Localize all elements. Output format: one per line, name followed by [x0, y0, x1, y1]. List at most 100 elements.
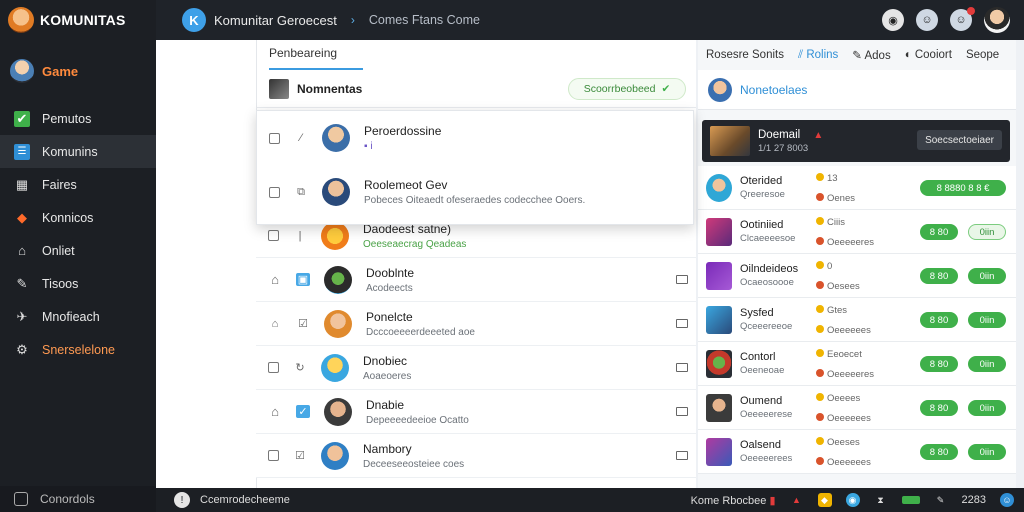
table-row[interactable]: Sysfed Qceeereeoe Gtes Oeeeeees 8 80 0iin	[698, 298, 1016, 342]
checkbox[interactable]	[268, 230, 279, 241]
sidebar-game[interactable]: Game	[0, 40, 156, 102]
list-item[interactable]: ☑ Nambory Deceeseeosteiee coes	[256, 434, 696, 478]
avatar[interactable]	[984, 7, 1010, 33]
tab-rolins[interactable]: ⫽ Rolins	[798, 49, 838, 62]
fire-icon[interactable]: ▲	[790, 493, 804, 507]
table-row[interactable]: Oilndeideos Ocaeosoooe 0 Oesees 8 80 0iin	[698, 254, 1016, 298]
table-row[interactable]: Oalsend Oeeeeerees Oeeses Oeeeeees 8 80 0…	[698, 430, 1016, 474]
card-icon[interactable]	[676, 407, 688, 416]
sidebar-item-label: Tisoos	[42, 276, 79, 291]
table-row[interactable]: Oumend Oeeeeerese Oeeees Oeeeeees 8 80 0i…	[698, 386, 1016, 430]
flag-icon: ▮	[769, 494, 776, 507]
tab-cooiort[interactable]: ◐ Cooiort	[905, 49, 952, 61]
table-row[interactable]: Ootiniied Clcaeeeesoe Ciiis Oeeeeeres 8 8…	[698, 210, 1016, 254]
checkbox[interactable]	[269, 186, 280, 198]
profile-icon[interactable]: ☺	[916, 9, 938, 31]
tab-ados[interactable]: ✎ Ados	[852, 48, 890, 62]
game-avatar-icon	[10, 59, 34, 83]
home-icon[interactable]: ⌂	[268, 272, 282, 287]
row-secondary-button[interactable]: 0iin	[968, 312, 1006, 328]
avatar[interactable]: ☺	[1000, 493, 1014, 507]
sidebar-item-label: Onliet	[42, 243, 75, 258]
row-thumbnail	[706, 393, 732, 422]
row-title: Oumend	[740, 395, 783, 407]
stat-value: Oeeeeees	[827, 325, 871, 336]
list-item[interactable]: ⌂ ✓ Dnabie Depeeeedeeioe Ocatto	[256, 390, 696, 434]
sidebar-item-pemutos[interactable]: ✔ Pemutos	[0, 102, 156, 135]
item-subtitle: Pobeces Oiteaedt ofeseraedes codecchee O…	[364, 195, 586, 206]
card-icon[interactable]	[676, 363, 688, 372]
dropdown-item[interactable]: ⧉ Roolemeot Gev Pobeces Oiteaedt ofesera…	[257, 165, 693, 219]
table-row[interactable]: Oterided Qreeresoe 13 Oenes 8 8880 8 8 €	[698, 166, 1016, 210]
row-secondary-button[interactable]: 0iin	[968, 356, 1006, 372]
sidebar-item-tisoos[interactable]: ✎ Tisoos	[0, 267, 156, 300]
row-primary-button[interactable]: 8 80	[920, 224, 958, 240]
sidebar-footer[interactable]: Conordols	[0, 486, 156, 512]
featured-thumbnail	[710, 126, 750, 156]
row-primary-button[interactable]: 8 80	[920, 312, 958, 328]
alerts-icon[interactable]: ☺	[950, 7, 975, 31]
row-secondary-button[interactable]: 0iin	[968, 400, 1006, 416]
coin-icon	[816, 305, 824, 313]
sidebar-item-onliet[interactable]: ⌂ Onliet	[0, 234, 156, 267]
flag-icon: ▲	[813, 129, 824, 141]
gear-icon: ⚙	[16, 341, 28, 357]
checkbox[interactable]	[268, 362, 279, 373]
sidebar-item-snerselelone[interactable]: ⚙ Snerselelone	[0, 333, 156, 366]
chat-icon[interactable]: ◉	[845, 493, 860, 507]
item-title: Dooblnte	[366, 265, 415, 280]
row-thumbnail	[706, 261, 732, 290]
lock-icon[interactable]: ⌂	[268, 318, 282, 330]
card-icon[interactable]	[676, 275, 688, 284]
bottom-bar-count: 2283	[961, 494, 986, 506]
bottom-bar-status: Kome Rbocbee ▮	[691, 494, 776, 507]
top-bar: K Komunitar Geroecest › Comes Ftans Come…	[156, 0, 1024, 40]
card-icon[interactable]	[676, 319, 688, 328]
list-item[interactable]: ↻ Dnobiec Aoaeoeres	[256, 346, 696, 390]
main-gutter	[156, 40, 256, 488]
row-secondary-button[interactable]: 0iin	[968, 224, 1006, 240]
tab-active[interactable]: Penbeareing	[269, 46, 363, 70]
featured-card[interactable]: Doemail ▲ 1/1 27 8003 Soecsectoeiaer	[702, 120, 1010, 162]
row-primary-button[interactable]: 8 80	[920, 444, 958, 460]
stat-value: Oeeeeeres	[827, 237, 875, 248]
bottom-bar: ! Ccemrodecheeme Kome Rbocbee ▮ ▲ ◆ ◉ ⧗ …	[156, 488, 1024, 512]
brand[interactable]: KOMUNITAS	[0, 0, 156, 40]
list-item[interactable]: ⌂ ☑ Ponelcte Dcccoeeeerdeeeted aoe	[256, 302, 696, 346]
sidebar-item-mnofieach[interactable]: ✈ Mnofieach	[0, 300, 156, 333]
table-row[interactable]: Contorl Oeeneoae Eeoecet Oeeeeeres 8 80 0…	[698, 342, 1016, 386]
settings-icon[interactable]: ✎	[934, 493, 948, 507]
page-title: Komunitar Geroecest	[214, 12, 337, 28]
app-logo-icon[interactable]: K	[182, 8, 206, 32]
puzzle-icon[interactable]: ◆	[817, 493, 832, 507]
tab-sonits[interactable]: Rosesre Sonits	[706, 49, 784, 61]
list-item[interactable]: ⌂ ▣ Dooblnte Acodeects	[256, 258, 696, 302]
row-thumbnail	[706, 305, 732, 334]
status-pill[interactable]: Scoorrbeobeed ✔	[568, 78, 686, 100]
battery-icon[interactable]	[901, 496, 920, 504]
avatar	[321, 441, 349, 470]
row-secondary-button[interactable]: 0iin	[968, 268, 1006, 284]
sidebar-item-komunins[interactable]: ☰ Komunins	[0, 135, 156, 168]
chevron-right-icon: ›	[350, 13, 355, 27]
row-action-button[interactable]: 8 8880 8 8 €	[920, 180, 1006, 196]
image-icon: ✓	[296, 405, 310, 418]
row-primary-button[interactable]: 8 80	[920, 356, 958, 372]
card-icon[interactable]	[676, 451, 688, 460]
tab-seope[interactable]: Seope	[966, 49, 999, 61]
badge-icon	[816, 281, 824, 289]
checkbox[interactable]	[269, 132, 280, 144]
featured-button[interactable]: Soecsectoeiaer	[917, 130, 1002, 150]
sidebar-item-konnicos[interactable]: ◆ Konnicos	[0, 201, 156, 234]
row-primary-button[interactable]: 8 80	[920, 400, 958, 416]
info-icon[interactable]: !	[174, 492, 190, 508]
hourglass-icon[interactable]: ⧗	[874, 493, 888, 507]
dropdown-item[interactable]: ⁄ Peroerdossine ▪ i	[257, 111, 693, 165]
row-secondary-button[interactable]: 0iin	[968, 444, 1006, 460]
notification-icon[interactable]: ◉	[882, 9, 904, 31]
row-primary-button[interactable]: 8 80	[920, 268, 958, 284]
checkbox[interactable]	[268, 450, 279, 461]
breadcrumb[interactable]: Comes Ftans Come	[369, 13, 480, 27]
sidebar-item-faires[interactable]: ▦ Faires	[0, 168, 156, 201]
home-icon[interactable]: ⌂	[268, 404, 282, 419]
